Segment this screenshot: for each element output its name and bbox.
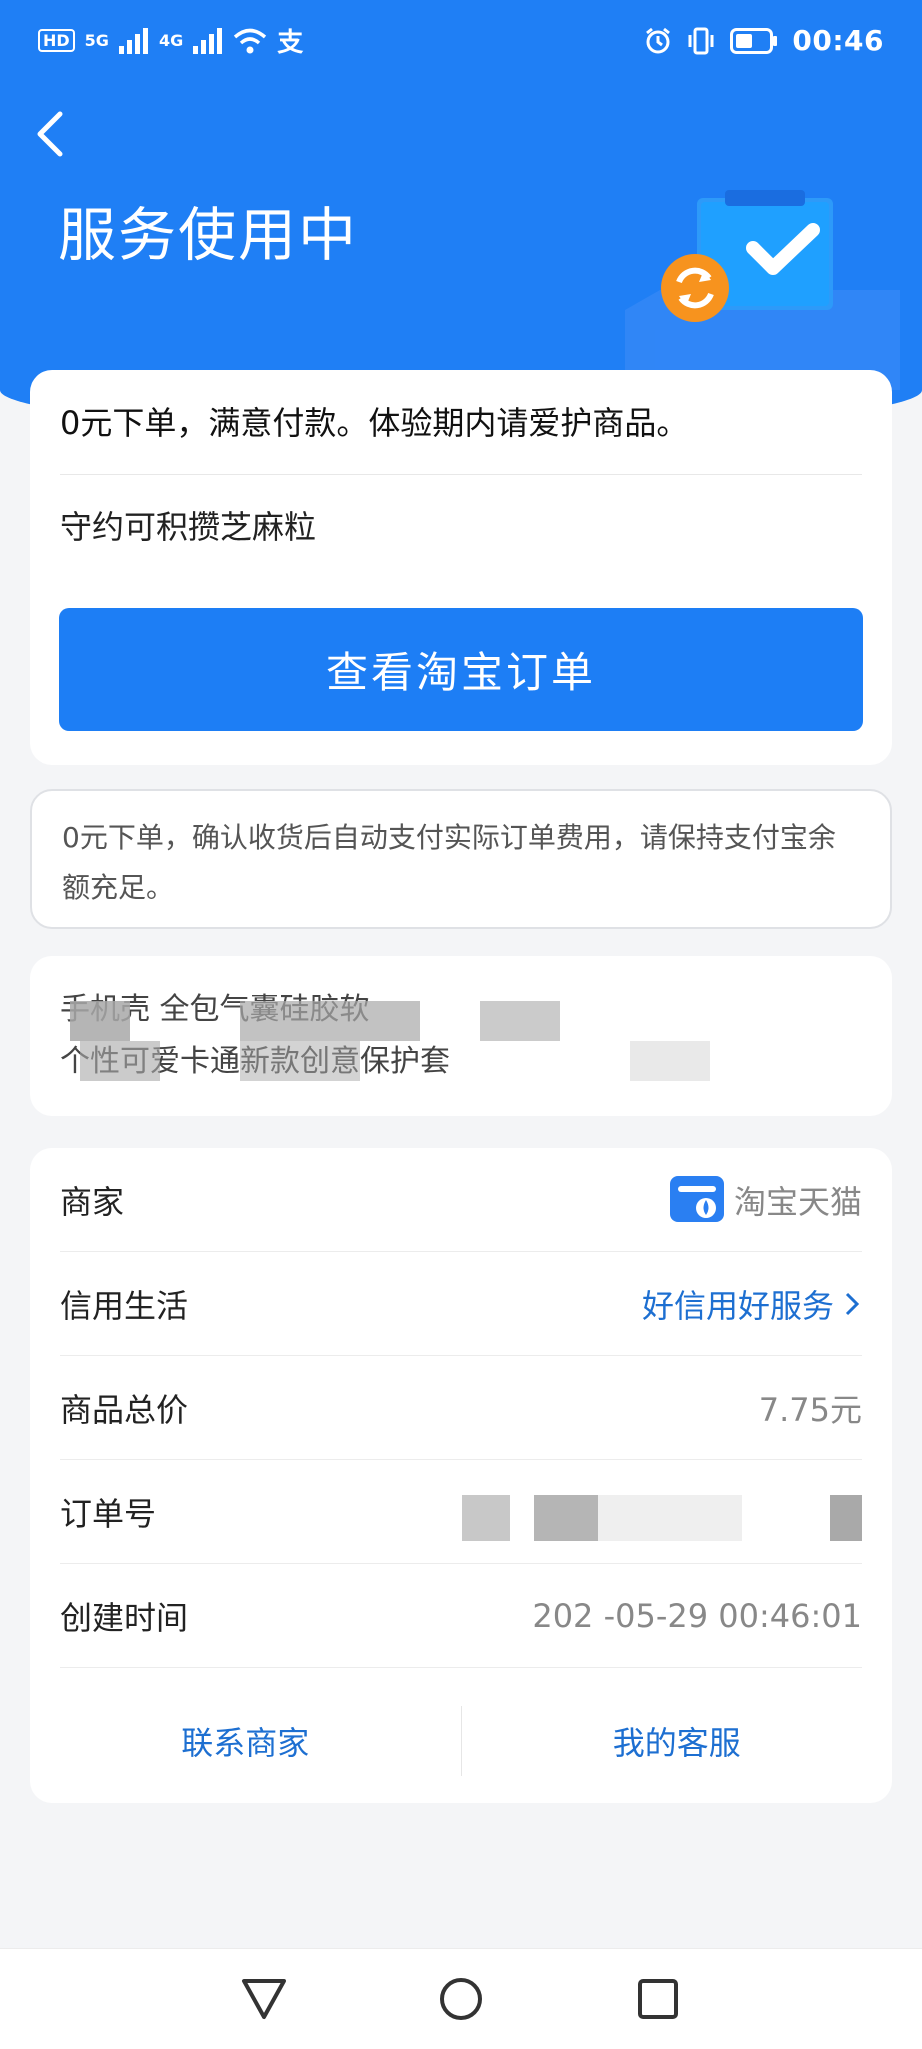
card-divider xyxy=(60,474,862,475)
home-circle-icon[interactable] xyxy=(433,1971,489,2027)
sesame-points-notice: 守约可积攒芝麻粒 xyxy=(60,508,317,546)
pixelated-redaction-6 xyxy=(630,1041,710,1081)
credit-life-link[interactable]: 好信用好服务 xyxy=(642,1281,862,1327)
merchant-name: 淘宝天猫 xyxy=(733,1182,862,1221)
created-time-value: 202 -05-29 00:46:01 xyxy=(532,1596,862,1635)
page-title: 服务使用中 xyxy=(58,201,359,269)
credit-life-row[interactable]: 信用生活 好信用好服务 xyxy=(60,1252,862,1355)
order-number-row: 订单号 5118 xyxy=(60,1460,862,1563)
signal-icon-2 xyxy=(193,27,223,54)
recents-square-icon[interactable] xyxy=(630,1971,686,2027)
merchant-value: 淘宝天猫 xyxy=(668,1174,862,1226)
back-triangle-icon[interactable] xyxy=(236,1971,292,2027)
contact-merchant-button[interactable]: 联系商家 xyxy=(30,1718,461,1764)
back-arrow-icon[interactable] xyxy=(30,108,72,160)
view-taobao-order-button[interactable]: 查看淘宝订单 xyxy=(59,608,863,731)
alipay-status-icon: 支 xyxy=(277,28,304,58)
network-4g-label: 4G xyxy=(158,31,184,50)
card-actions: 联系商家 我的客服 xyxy=(30,1688,892,1793)
network-5g-label: 5G xyxy=(84,31,109,50)
pixelated-redaction-2 xyxy=(80,1041,160,1081)
taobao-tmall-icon xyxy=(669,1175,724,1222)
battery-icon xyxy=(730,27,778,54)
pixelated-redaction-4 xyxy=(240,1041,360,1081)
product-title: 手机壳 全包气囊硅胶软 个性可爱卡通新款创意保护套 xyxy=(60,984,860,1088)
payment-notice-card: 0元下单，确认收货后自动支付实际订单费用，请保持支付宝余额充足。 xyxy=(30,789,892,929)
pixelated-redaction xyxy=(70,1001,130,1041)
product-card[interactable]: 手机壳 全包气囊硅胶软 个性可爱卡通新款创意保护套 xyxy=(30,956,892,1116)
signal-icon xyxy=(118,27,148,54)
created-time-row: 创建时间 202 -05-29 00:46:01 xyxy=(60,1564,862,1667)
pixelated-redaction-3 xyxy=(240,1001,420,1041)
hd-indicator: HD xyxy=(38,29,75,52)
merchant-row: 商家 淘宝天猫 xyxy=(60,1148,862,1251)
total-price-label: 商品总价 xyxy=(60,1390,189,1429)
credit-life-value: 好信用好服务 xyxy=(641,1286,834,1325)
alarm-icon xyxy=(646,27,671,53)
vibrate-icon xyxy=(688,27,714,54)
row-divider xyxy=(60,1667,862,1668)
order-details-card: 商家 淘宝天猫 信用生活 好信用好服务 商品总价 7.75元 订单号 5118 xyxy=(30,1148,892,1803)
order-number-value: 5118 xyxy=(462,1493,862,1541)
chevron-right-icon xyxy=(845,1292,860,1315)
order-box-illustration xyxy=(625,190,900,390)
created-time-label: 创建时间 xyxy=(60,1598,189,1637)
payment-notice-text: 0元下单，确认收货后自动支付实际订单费用，请保持支付宝余额充足。 xyxy=(62,821,836,904)
product-title-line2: 个性可爱卡通新款创意保护套 xyxy=(60,1036,860,1088)
system-navigation-bar xyxy=(0,1948,922,2049)
service-summary-card: 0元下单，满意付款。体验期内请爱护商品。 守约可积攒芝麻粒 查看淘宝订单 xyxy=(30,370,892,765)
zero-order-notice: 0元下单，满意付款。体验期内请爱护商品。 xyxy=(60,404,689,442)
status-bar: HD 5G 4G 支 00:46 xyxy=(0,0,922,86)
order-number-label: 订单号 xyxy=(60,1494,157,1533)
clock: 00:46 xyxy=(792,24,884,57)
pixelated-redaction-5 xyxy=(480,1001,560,1041)
credit-life-label: 信用生活 xyxy=(60,1286,189,1325)
merchant-label: 商家 xyxy=(60,1182,125,1221)
total-price-value: 7.75元 xyxy=(758,1390,862,1429)
total-price-row: 商品总价 7.75元 xyxy=(60,1356,862,1459)
wifi-icon xyxy=(234,28,267,53)
product-title-line1: 手机壳 全包气囊硅胶软 xyxy=(60,992,370,1027)
order-number-redaction xyxy=(462,1494,862,1541)
my-customer-service-button[interactable]: 我的客服 xyxy=(462,1718,893,1764)
